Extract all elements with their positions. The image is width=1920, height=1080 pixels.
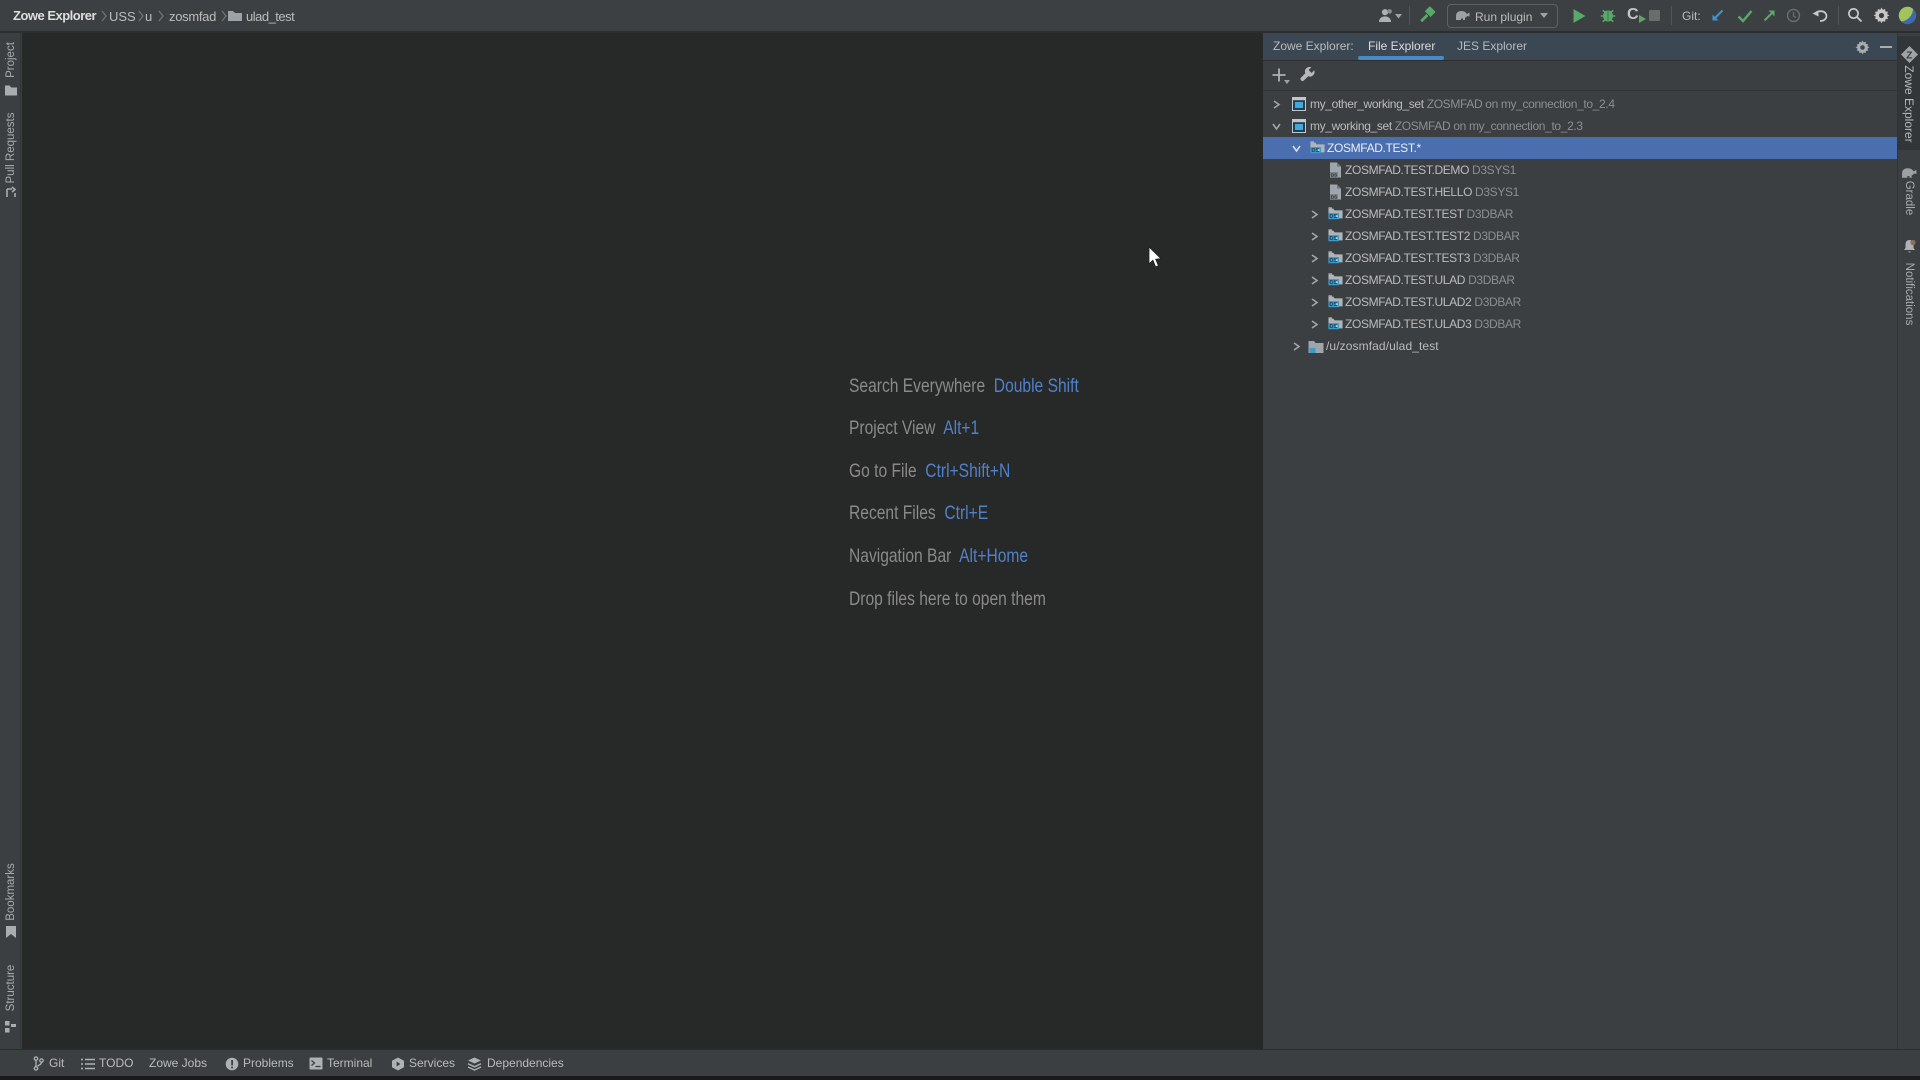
- svg-text:DS: DS: [1331, 194, 1337, 199]
- svg-text:DS: DS: [1311, 148, 1319, 154]
- svg-text:DS: DS: [1329, 258, 1337, 264]
- svg-text:DS: DS: [1331, 172, 1337, 177]
- svg-text:DS: DS: [1329, 280, 1337, 286]
- svg-text:DS: DS: [1329, 214, 1337, 220]
- svg-text:Z: Z: [1906, 50, 1912, 61]
- svg-text:DS: DS: [1329, 236, 1337, 242]
- svg-text:DS: DS: [1329, 302, 1337, 308]
- svg-text:DS: DS: [1329, 324, 1337, 330]
